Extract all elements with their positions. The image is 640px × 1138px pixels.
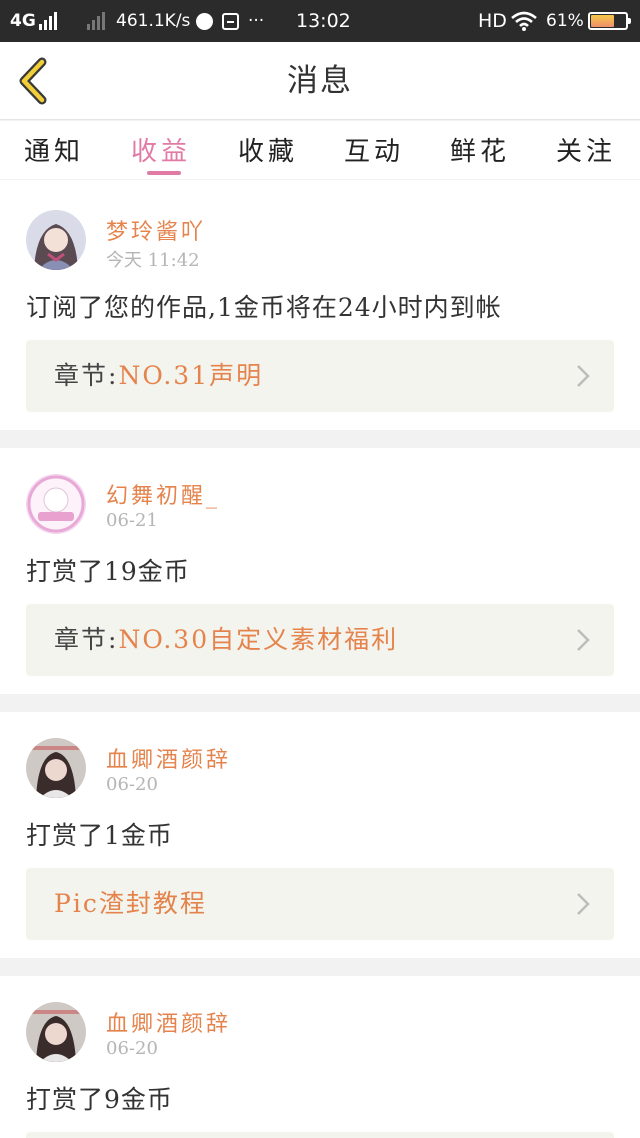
tab-favorites[interactable]: 收藏 bbox=[228, 131, 308, 168]
tab-interactions[interactable]: 互动 bbox=[334, 131, 414, 168]
avatar[interactable] bbox=[26, 210, 86, 270]
message-item: 梦玲酱吖 今天 11:42 订阅了您的作品,1金币将在24小时内到帐 章节:NO… bbox=[0, 180, 640, 430]
battery-icon bbox=[588, 0, 631, 42]
chapter-link[interactable]: 章节:NO.30自定义素材福利 bbox=[26, 604, 614, 676]
tab-bar: 通知 收益 收藏 互动 鲜花 关注 bbox=[0, 121, 640, 179]
screenshot-notification-icon bbox=[222, 0, 239, 42]
message-text: 打赏了9金币 bbox=[26, 1085, 173, 1114]
message-time: 06-20 bbox=[106, 774, 158, 795]
sender-name[interactable]: 血卿酒颜辞 bbox=[106, 742, 231, 774]
ref-title: NO.30自定义素材福利 bbox=[118, 625, 399, 654]
battery-percent: 61% bbox=[546, 11, 584, 31]
sender-name[interactable]: 血卿酒颜辞 bbox=[106, 1006, 231, 1038]
sender-name[interactable]: 幻舞初醒_ bbox=[106, 478, 220, 510]
message-time: 06-20 bbox=[106, 1038, 158, 1059]
wifi-icon bbox=[510, 0, 538, 42]
network-type: 4G bbox=[10, 11, 36, 31]
chevron-right-icon bbox=[577, 893, 590, 915]
sender-name[interactable]: 梦玲酱吖 bbox=[106, 214, 206, 246]
ref-prefix: 章节: bbox=[54, 361, 119, 390]
avatar[interactable] bbox=[26, 738, 86, 798]
chapter-link[interactable]: Pic渣封教程 bbox=[26, 868, 614, 940]
message-text: 打赏了1金币 bbox=[26, 821, 173, 850]
avatar[interactable] bbox=[26, 474, 86, 534]
tab-flowers[interactable]: 鲜花 bbox=[440, 131, 520, 168]
signal-icon bbox=[38, 12, 57, 30]
more-notifications: ··· bbox=[248, 11, 265, 31]
avatar[interactable] bbox=[26, 1002, 86, 1062]
ref-title: NO.31声明 bbox=[118, 361, 264, 390]
signal-2-icon bbox=[84, 0, 105, 42]
chevron-right-icon bbox=[577, 365, 590, 387]
network-indicator: 4G bbox=[10, 0, 57, 42]
ref-title: Pic渣封教程 bbox=[54, 889, 207, 918]
network-speed: 461.1K/s bbox=[116, 11, 191, 31]
chapter-link[interactable] bbox=[26, 1132, 614, 1138]
chapter-link[interactable]: 章节:NO.31声明 bbox=[26, 340, 614, 412]
active-tab-indicator bbox=[147, 171, 181, 175]
clock: 13:02 bbox=[296, 10, 351, 32]
message-text: 打赏了19金币 bbox=[26, 557, 190, 586]
message-item: 血卿酒颜辞 06-20 打赏了1金币 Pic渣封教程 bbox=[0, 712, 640, 958]
message-item: 血卿酒颜辞 06-20 打赏了9金币 bbox=[0, 976, 640, 1138]
tab-earnings[interactable]: 收益 bbox=[121, 131, 201, 175]
tab-following[interactable]: 关注 bbox=[546, 131, 626, 168]
status-bar: 4G 461.1K/s ··· 13:02 HD 61% bbox=[0, 0, 640, 42]
message-text: 订阅了您的作品,1金币将在24小时内到帐 bbox=[26, 293, 502, 322]
message-item: 幻舞初醒_ 06-21 打赏了19金币 章节:NO.30自定义素材福利 bbox=[0, 448, 640, 694]
tab-notifications[interactable]: 通知 bbox=[14, 131, 94, 168]
page-header: 消息 bbox=[0, 42, 640, 120]
hd-indicator: HD bbox=[478, 10, 507, 32]
app-notification-icon bbox=[196, 0, 213, 42]
page-title: 消息 bbox=[287, 63, 353, 99]
message-time: 今天 11:42 bbox=[106, 250, 200, 271]
chevron-right-icon bbox=[577, 629, 590, 651]
message-time: 06-21 bbox=[106, 510, 158, 531]
ref-prefix: 章节: bbox=[54, 625, 119, 654]
